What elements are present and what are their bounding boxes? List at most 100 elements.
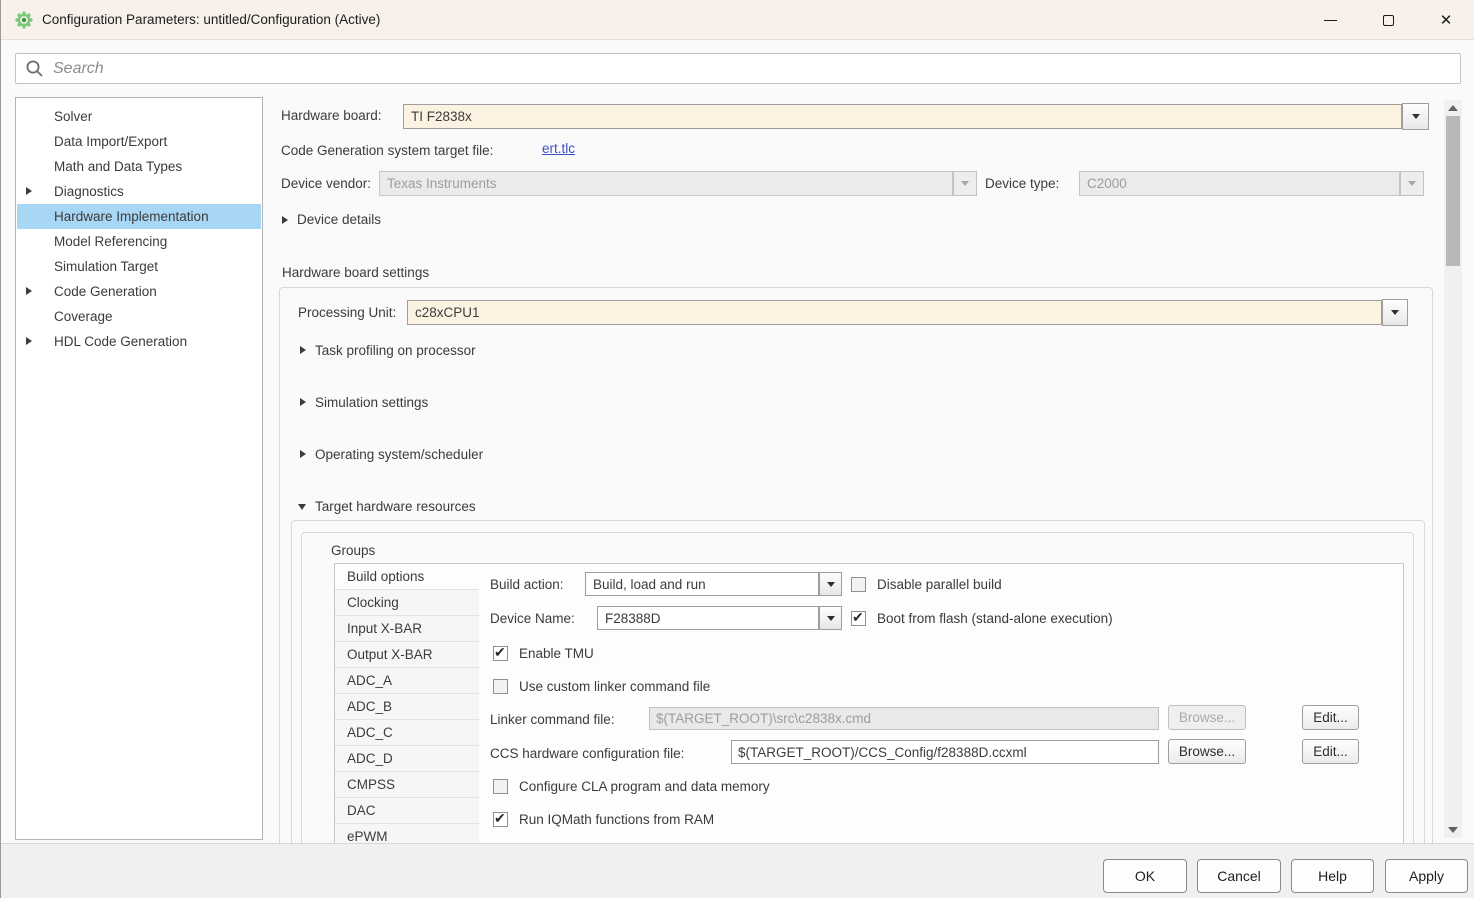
scroll-up-icon [1448, 105, 1458, 111]
expand-arrow-icon[interactable] [282, 216, 288, 224]
maximize-button[interactable] [1359, 0, 1417, 40]
ok-button[interactable]: OK [1103, 859, 1187, 893]
groups-list-item-adc-d[interactable]: ADC_D [335, 746, 479, 772]
processing-unit-value: c28xCPU1 [415, 305, 480, 320]
device-name-dropdown-arrow[interactable] [819, 606, 842, 630]
section-task-profiling[interactable]: Task profiling on processor [315, 341, 476, 361]
scroll-down-icon [1448, 827, 1458, 833]
scroll-down-button[interactable] [1444, 822, 1462, 838]
groups-list: Build options Clocking Input X-BAR Outpu… [335, 564, 479, 843]
hardware-board-dropdown[interactable]: TI F2838x [403, 104, 1402, 129]
expand-arrow-icon[interactable] [300, 346, 306, 354]
device-vendor-label: Device vendor: [281, 174, 371, 194]
device-type-dropdown: C2000 [1079, 171, 1400, 196]
linker-command-file-value: $(TARGET_ROOT)\src\c2838x.cmd [656, 711, 871, 726]
groups-list-item-adc-b[interactable]: ADC_B [335, 694, 479, 720]
build-action-label: Build action: [490, 575, 564, 595]
hardware-board-settings-title: Hardware board settings [282, 263, 429, 283]
target-file-link[interactable]: ert.tlc [542, 141, 575, 156]
ccs-config-file-value: $(TARGET_ROOT)/CCS_Config/f28388D.ccxml [738, 745, 1027, 760]
linker-edit-button[interactable]: Edit... [1302, 705, 1359, 730]
device-vendor-value: Texas Instruments [387, 176, 497, 191]
close-button[interactable]: ✕ [1417, 0, 1474, 40]
disable-parallel-build-checkbox[interactable] [851, 577, 866, 592]
run-iqmath-label: Run IQMath functions from RAM [519, 810, 714, 830]
section-operating-system-scheduler[interactable]: Operating system/scheduler [315, 445, 483, 465]
expand-arrow-icon[interactable] [300, 450, 306, 458]
groups-title: Groups [331, 541, 375, 561]
vertical-scrollbar[interactable] [1444, 100, 1462, 838]
build-action-dropdown-arrow[interactable] [819, 572, 842, 596]
minimize-icon [1324, 20, 1337, 21]
groups-list-item-adc-c[interactable]: ADC_C [335, 720, 479, 746]
groups-list-item-adc-a[interactable]: ADC_A [335, 668, 479, 694]
use-custom-linker-label: Use custom linker command file [519, 677, 710, 697]
build-action-value: Build, load and run [593, 577, 706, 592]
cancel-button[interactable]: Cancel [1197, 859, 1281, 893]
section-simulation-settings[interactable]: Simulation settings [315, 393, 428, 413]
window-title: Configuration Parameters: untitled/Confi… [42, 12, 380, 27]
configure-cla-label: Configure CLA program and data memory [519, 777, 770, 797]
ccs-browse-button[interactable]: Browse... [1168, 739, 1246, 764]
simulink-config-gear-icon [15, 11, 33, 29]
hardware-board-value: TI F2838x [411, 109, 472, 124]
search-input[interactable] [44, 54, 1460, 83]
section-target-hardware-resources[interactable]: Target hardware resources [315, 497, 476, 517]
configure-cla-checkbox[interactable] [493, 779, 508, 794]
device-type-label: Device type: [985, 174, 1059, 194]
expand-arrow-icon[interactable] [300, 398, 306, 406]
ccs-config-file-label: CCS hardware configuration file: [490, 744, 684, 764]
linker-browse-button: Browse... [1168, 705, 1246, 730]
search-icon [25, 59, 44, 78]
enable-tmu-checkbox[interactable] [493, 646, 508, 661]
apply-button[interactable]: Apply [1385, 859, 1468, 893]
device-details-section[interactable]: Device details [297, 210, 381, 230]
groups-list-item-clocking[interactable]: Clocking [335, 590, 479, 616]
build-action-dropdown[interactable]: Build, load and run [585, 572, 819, 596]
groups-list-item-output-xbar[interactable]: Output X-BAR [335, 642, 479, 668]
processing-unit-dropdown-arrow[interactable] [1382, 299, 1408, 326]
boot-from-flash-checkbox[interactable] [851, 611, 866, 626]
device-type-dropdown-arrow [1400, 171, 1424, 196]
hardware-board-dropdown-arrow[interactable] [1402, 103, 1429, 130]
groups-list-item-input-xbar[interactable]: Input X-BAR [335, 616, 479, 642]
chevron-down-icon [1391, 310, 1399, 315]
title-bar: Configuration Parameters: untitled/Confi… [1, 0, 1474, 40]
chevron-down-icon [827, 582, 835, 587]
groups-list-item-epwm[interactable]: ePWM [335, 824, 479, 843]
collapse-arrow-icon[interactable] [298, 504, 306, 510]
groups-list-item-cmpss[interactable]: CMPSS [335, 772, 479, 798]
groups-list-item-build-options[interactable]: Build options [335, 564, 479, 590]
groups-list-item-dac[interactable]: DAC [335, 798, 479, 824]
device-type-value: C2000 [1087, 176, 1127, 191]
ccs-config-file-field[interactable]: $(TARGET_ROOT)/CCS_Config/f28388D.ccxml [731, 740, 1159, 764]
enable-tmu-label: Enable TMU [519, 644, 594, 664]
chevron-down-icon [961, 181, 969, 186]
minimize-button[interactable] [1301, 0, 1359, 40]
device-vendor-dropdown: Texas Instruments [379, 171, 953, 196]
search-bar[interactable] [15, 53, 1461, 84]
boot-from-flash-label: Boot from flash (stand-alone execution) [877, 609, 1113, 629]
dialog-footer: OK Cancel Help Apply [1, 843, 1474, 898]
run-iqmath-checkbox[interactable] [493, 812, 508, 827]
device-name-value: F28388D [605, 611, 661, 626]
chevron-down-icon [1408, 181, 1416, 186]
disable-parallel-build-label: Disable parallel build [877, 575, 1002, 595]
use-custom-linker-checkbox[interactable] [493, 679, 508, 694]
device-vendor-dropdown-arrow [953, 171, 977, 196]
ccs-edit-button[interactable]: Edit... [1302, 739, 1359, 764]
processing-unit-dropdown[interactable]: c28xCPU1 [407, 300, 1382, 325]
linker-command-file-label: Linker command file: [490, 710, 615, 730]
scroll-up-button[interactable] [1444, 100, 1462, 116]
processing-unit-label: Processing Unit: [298, 303, 396, 323]
help-button[interactable]: Help [1291, 859, 1374, 893]
groups-content-box: Build options Clocking Input X-BAR Outpu… [334, 563, 1404, 843]
maximize-icon [1383, 15, 1394, 26]
main-panel: Hardware board: TI F2838x Code Generatio… [1, 97, 1474, 843]
hardware-board-label: Hardware board: [281, 106, 382, 126]
close-icon: ✕ [1440, 13, 1453, 28]
chevron-down-icon [827, 616, 835, 621]
scrollbar-thumb[interactable] [1446, 116, 1460, 266]
linker-command-file-field: $(TARGET_ROOT)\src\c2838x.cmd [649, 707, 1159, 730]
device-name-dropdown[interactable]: F28388D [597, 606, 819, 630]
